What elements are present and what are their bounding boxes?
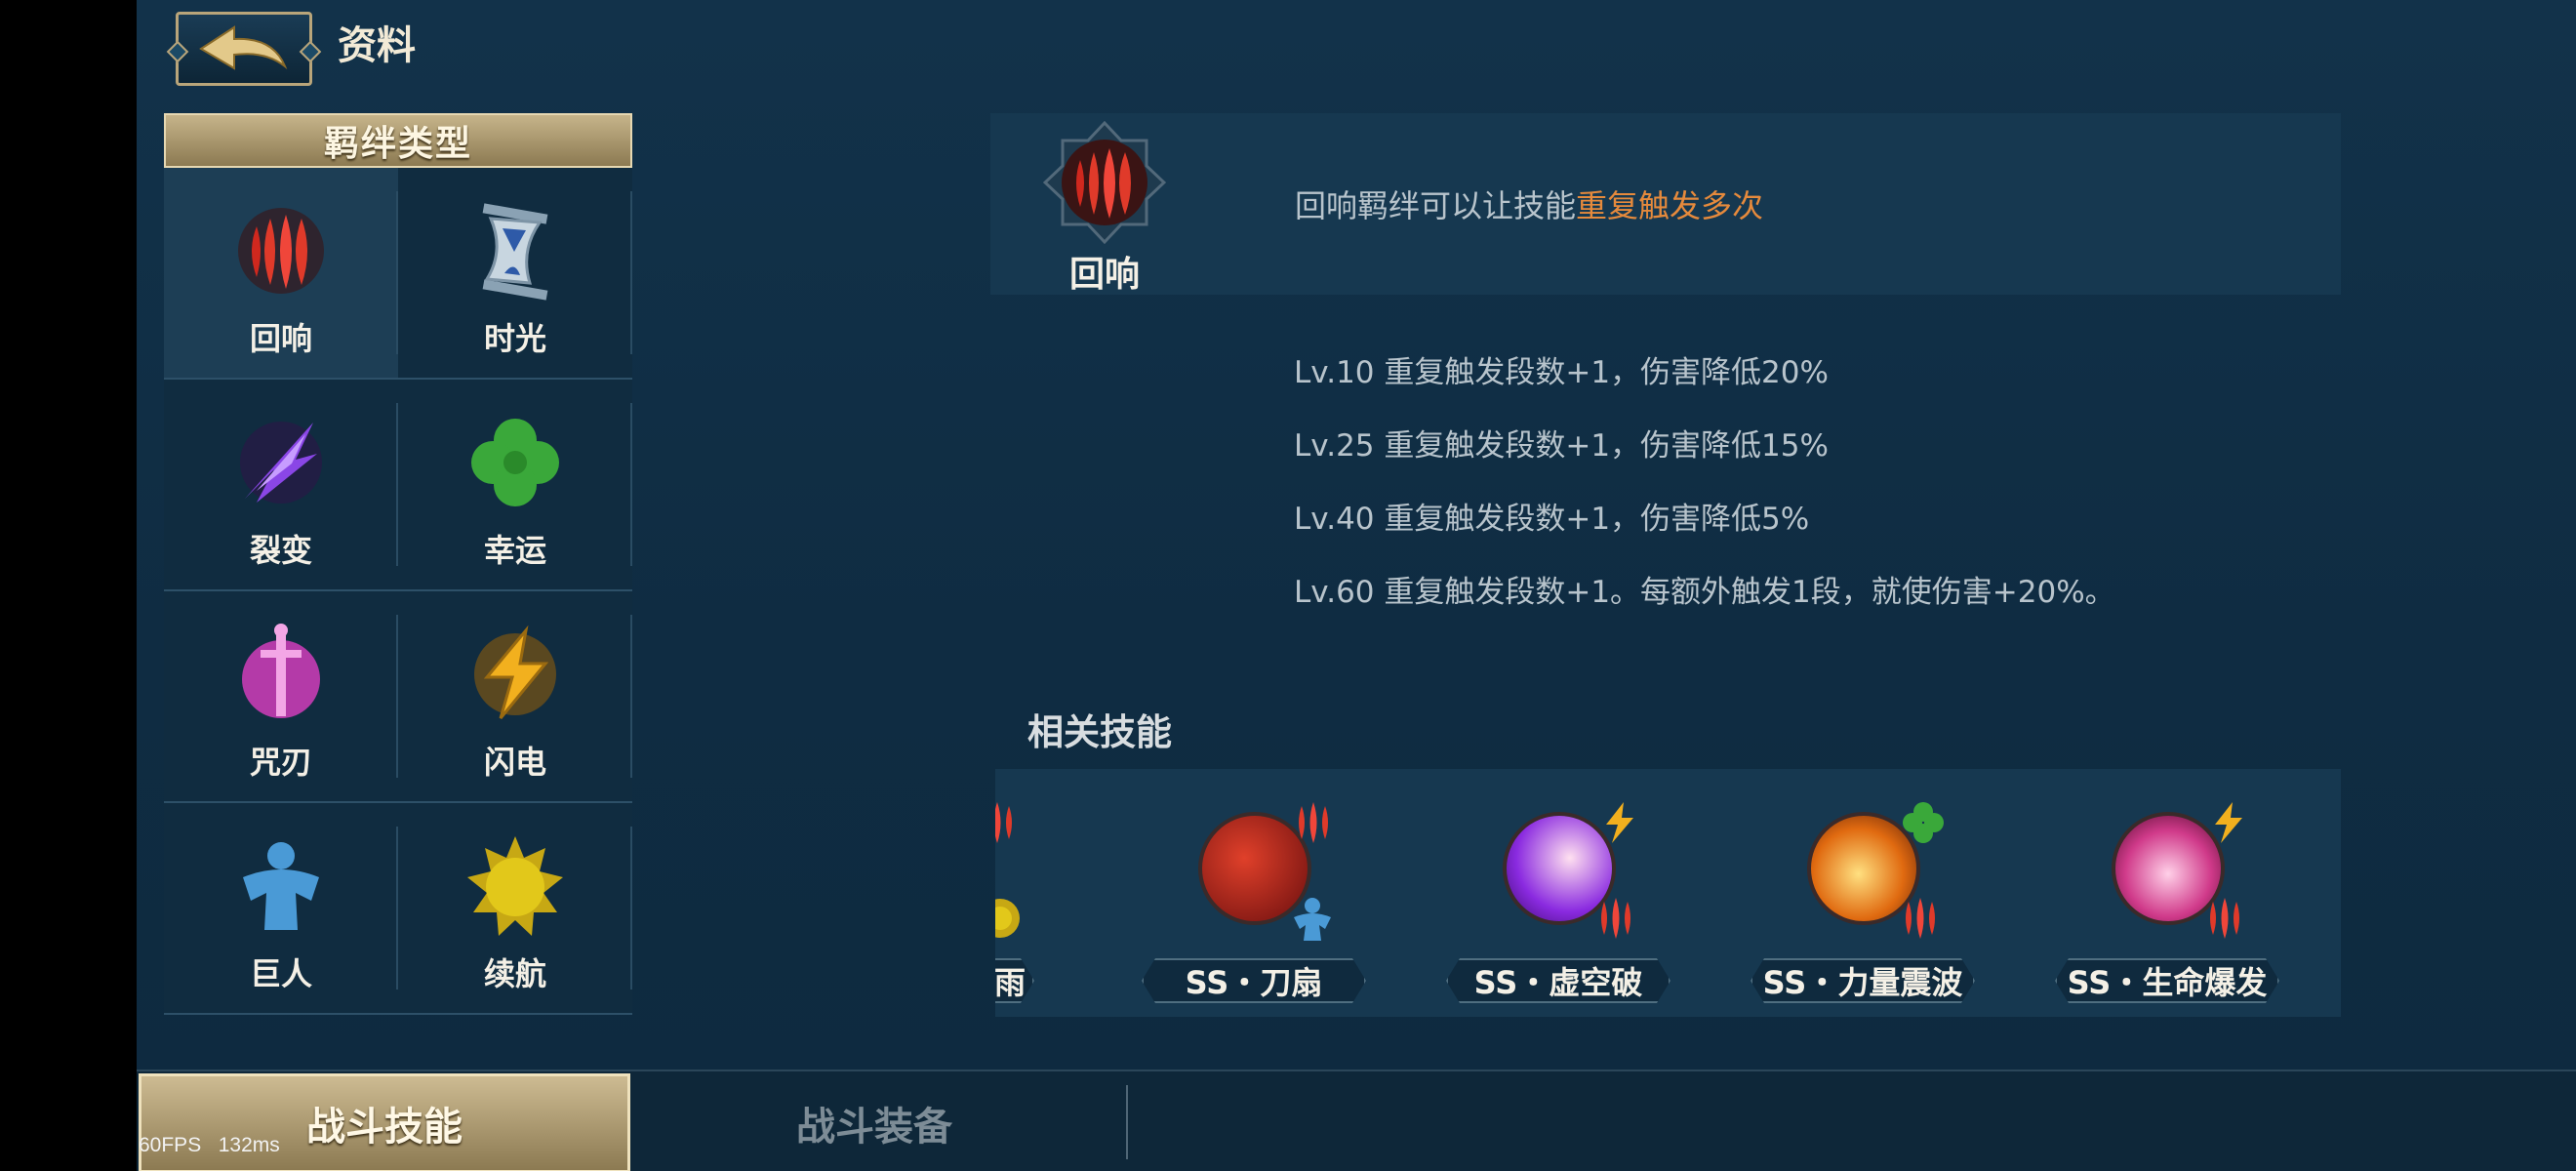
category-fission[interactable]: 裂变: [164, 380, 398, 591]
skill-card[interactable]: SS・力量震波: [1751, 769, 1985, 1017]
skill-name-plate: SS・虚空破: [1446, 958, 1670, 1003]
category-label: 幸运: [483, 532, 546, 569]
category-panel-header: 羁绊类型: [164, 113, 632, 168]
level-effect: Lv.10 重复触发段数+1，伤害降低20%: [1294, 355, 1829, 390]
skill-name: 雨: [995, 964, 1026, 1001]
page-title: 资料: [338, 23, 416, 68]
tab-divider: [1126, 1085, 1128, 1159]
echo-icon: [1906, 898, 1935, 939]
category-cursed-blade[interactable]: 咒刃: [164, 591, 398, 803]
cursed-blade-icon: [242, 624, 320, 718]
bond-name: 回响: [1068, 255, 1140, 295]
game-screen: 资料 羁绊类型 回响 时光 裂变 幸运 咒刃 闪电 巨人 续航 回响 回响羁绊可…: [137, 0, 2576, 1171]
related-skills-title: 相关技能: [1027, 711, 1172, 753]
lightning-icon: [1606, 802, 1633, 843]
fps-value: 60FPS: [139, 1134, 202, 1156]
skill-name-plate: 雨: [995, 958, 1034, 1003]
category-luck[interactable]: 幸运: [398, 380, 632, 591]
category-label: 续航: [483, 955, 546, 992]
skill-name-plate: SS・刀扇: [1142, 958, 1366, 1003]
skill-card[interactable]: SS・生命爆发: [2055, 769, 2289, 1017]
echo-icon: [1601, 898, 1630, 939]
category-grid: 回响 时光 裂变 幸运 咒刃 闪电 巨人 续航: [164, 168, 632, 1015]
bond-detail-panel: 回响 回响羁绊可以让技能重复触发多次: [990, 113, 2341, 295]
description-highlight: 重复触发多次: [1576, 187, 1764, 224]
category-label: 咒刃: [249, 744, 312, 781]
level-effect: Lv.40 重复触发段数+1，伤害降低5%: [1294, 502, 1810, 537]
bottom-tab-bar: 战斗技能 战斗装备: [137, 1070, 2576, 1171]
related-skills-list[interactable]: 雨 SS・刀扇 SS・虚空破 SS・力量震波 SS・生命爆发: [995, 769, 2341, 1017]
echo-icon: [238, 208, 324, 294]
lightning-icon: [474, 625, 556, 719]
skill-card[interactable]: 雨: [995, 769, 1044, 1017]
fission-icon: [240, 422, 322, 504]
echo-icon: [1043, 121, 1166, 244]
fps-overlay: 60FPS 132ms: [139, 1134, 280, 1157]
category-lightning[interactable]: 闪电: [398, 591, 632, 803]
lightning-icon: [2215, 802, 2242, 843]
category-echo[interactable]: 回响: [164, 168, 398, 380]
category-label: 回响: [249, 320, 312, 357]
category-label: 裂变: [249, 532, 312, 569]
category-label: 闪电: [483, 744, 546, 781]
level-effect: Lv.25 重复触发段数+1，伤害降低15%: [1294, 428, 1829, 464]
skill-name: SS・力量震波: [1762, 964, 1963, 1001]
skill-name-plate: SS・力量震波: [1751, 958, 1975, 1003]
category-panel-title: 羁绊类型: [323, 124, 472, 164]
level-effect: Lv.60 重复触发段数+1。每额外触发1段，就使伤害+20%。: [1294, 575, 2115, 610]
clover-icon: [1903, 802, 1944, 843]
skill-name: SS・虚空破: [1473, 964, 1643, 1001]
echo-icon: [995, 802, 1012, 843]
bond-description: 回响羁绊可以让技能重复触发多次: [1295, 182, 1763, 226]
category-giant[interactable]: 巨人: [164, 803, 398, 1015]
skill-card[interactable]: SS・刀扇: [1142, 769, 1376, 1017]
description-text: 回响羁绊可以让技能: [1295, 187, 1577, 224]
back-button[interactable]: [176, 12, 312, 86]
back-arrow-icon: [199, 25, 288, 70]
hourglass-icon: [482, 203, 548, 301]
tab-label: 战斗装备: [796, 1105, 952, 1150]
tab-label: 战斗技能: [306, 1105, 463, 1150]
category-endurance[interactable]: 续航: [398, 803, 632, 1015]
giant-icon: [243, 842, 319, 930]
clover-icon: [471, 419, 559, 506]
skill-name: SS・刀扇: [1185, 964, 1323, 1001]
echo-icon: [2210, 898, 2239, 939]
skill-name-plate: SS・生命爆发: [2055, 958, 2279, 1003]
sun-icon: [995, 899, 1020, 938]
skill-name: SS・生命爆发: [2067, 964, 2268, 1001]
giant-icon: [1294, 898, 1331, 941]
echo-icon: [1299, 802, 1328, 843]
category-label: 时光: [483, 320, 546, 357]
skill-card[interactable]: SS・虚空破: [1446, 769, 1680, 1017]
latency-value: 132ms: [218, 1134, 280, 1156]
category-label: 巨人: [249, 955, 312, 992]
category-time[interactable]: 时光: [398, 168, 632, 380]
sun-icon: [467, 836, 563, 936]
tab-battle-equipment[interactable]: 战斗装备: [630, 1073, 1118, 1171]
level-effects: Lv.10 重复触发段数+1，伤害降低20% Lv.25 重复触发段数+1，伤害…: [1294, 347, 2115, 640]
